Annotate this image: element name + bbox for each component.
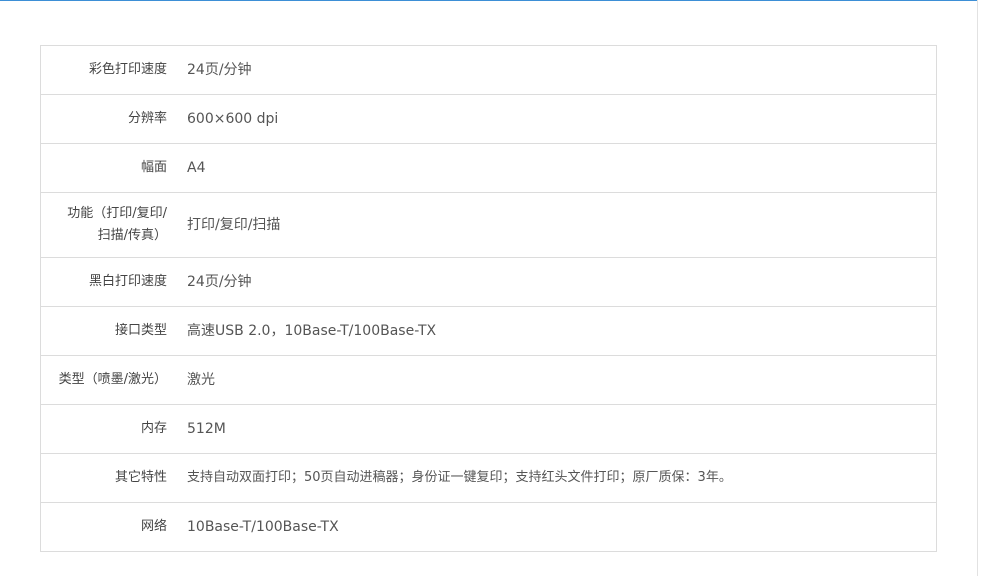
spec-row-interface: 接口类型 高速USB 2.0，10Base-T/100Base-TX [41, 307, 936, 356]
spec-label: 分辨率 [127, 111, 167, 126]
spec-value: 激光 [187, 372, 215, 388]
spec-label: 网络 [140, 519, 167, 534]
spec-label: 幅面 [140, 160, 167, 175]
spec-row-color-print-speed: 彩色打印速度 24页/分钟 [41, 46, 936, 95]
spec-value: 10Base-T/100Base-TX [187, 519, 339, 535]
spec-label: 黑白打印速度 [88, 274, 167, 289]
spec-row-memory: 内存 512M [41, 405, 936, 454]
spec-label: 类型（喷墨/激光） [58, 372, 167, 387]
spec-value: 24页/分钟 [187, 62, 252, 78]
spec-row-resolution: 分辨率 600×600 dpi [41, 95, 936, 144]
spec-value: 支持自动双面打印；50页自动进稿器；身份证一键复印；支持红头文件打印；原厂质保：… [187, 470, 732, 485]
spec-row-network: 网络 10Base-T/100Base-TX [41, 503, 936, 551]
spec-value: A4 [187, 160, 206, 176]
spec-value: 600×600 dpi [187, 111, 279, 127]
spec-row-functions: 功能（打印/复印/ 扫描/传真） 打印/复印/扫描 [41, 193, 936, 258]
spec-value: 打印/复印/扫描 [187, 217, 281, 233]
spec-table: 彩色打印速度 24页/分钟 分辨率 600×600 dpi 幅面 A4 功能（打… [40, 45, 937, 552]
spec-label-line-2: 扫描/传真） [97, 228, 167, 243]
top-accent-line [0, 0, 978, 1]
spec-label: 接口类型 [114, 323, 167, 338]
spec-label: 彩色打印速度 [88, 62, 167, 77]
spec-value: 24页/分钟 [187, 274, 252, 290]
spec-value: 高速USB 2.0，10Base-T/100Base-TX [187, 323, 437, 339]
spec-label-line-1: 功能（打印/复印/ [67, 206, 167, 221]
spec-row-paper-size: 幅面 A4 [41, 144, 936, 193]
spec-label: 内存 [140, 421, 167, 436]
spec-row-other-features: 其它特性 支持自动双面打印；50页自动进稿器；身份证一键复印；支持红头文件打印；… [41, 454, 936, 503]
spec-row-mono-print-speed: 黑白打印速度 24页/分钟 [41, 258, 936, 307]
right-divider [977, 0, 978, 576]
spec-label: 功能（打印/复印/ 扫描/传真） [41, 203, 169, 247]
spec-row-printer-type: 类型（喷墨/激光） 激光 [41, 356, 936, 405]
spec-value: 512M [187, 421, 226, 437]
spec-label: 其它特性 [114, 470, 167, 485]
product-spec-page: 彩色打印速度 24页/分钟 分辨率 600×600 dpi 幅面 A4 功能（打… [0, 0, 983, 576]
